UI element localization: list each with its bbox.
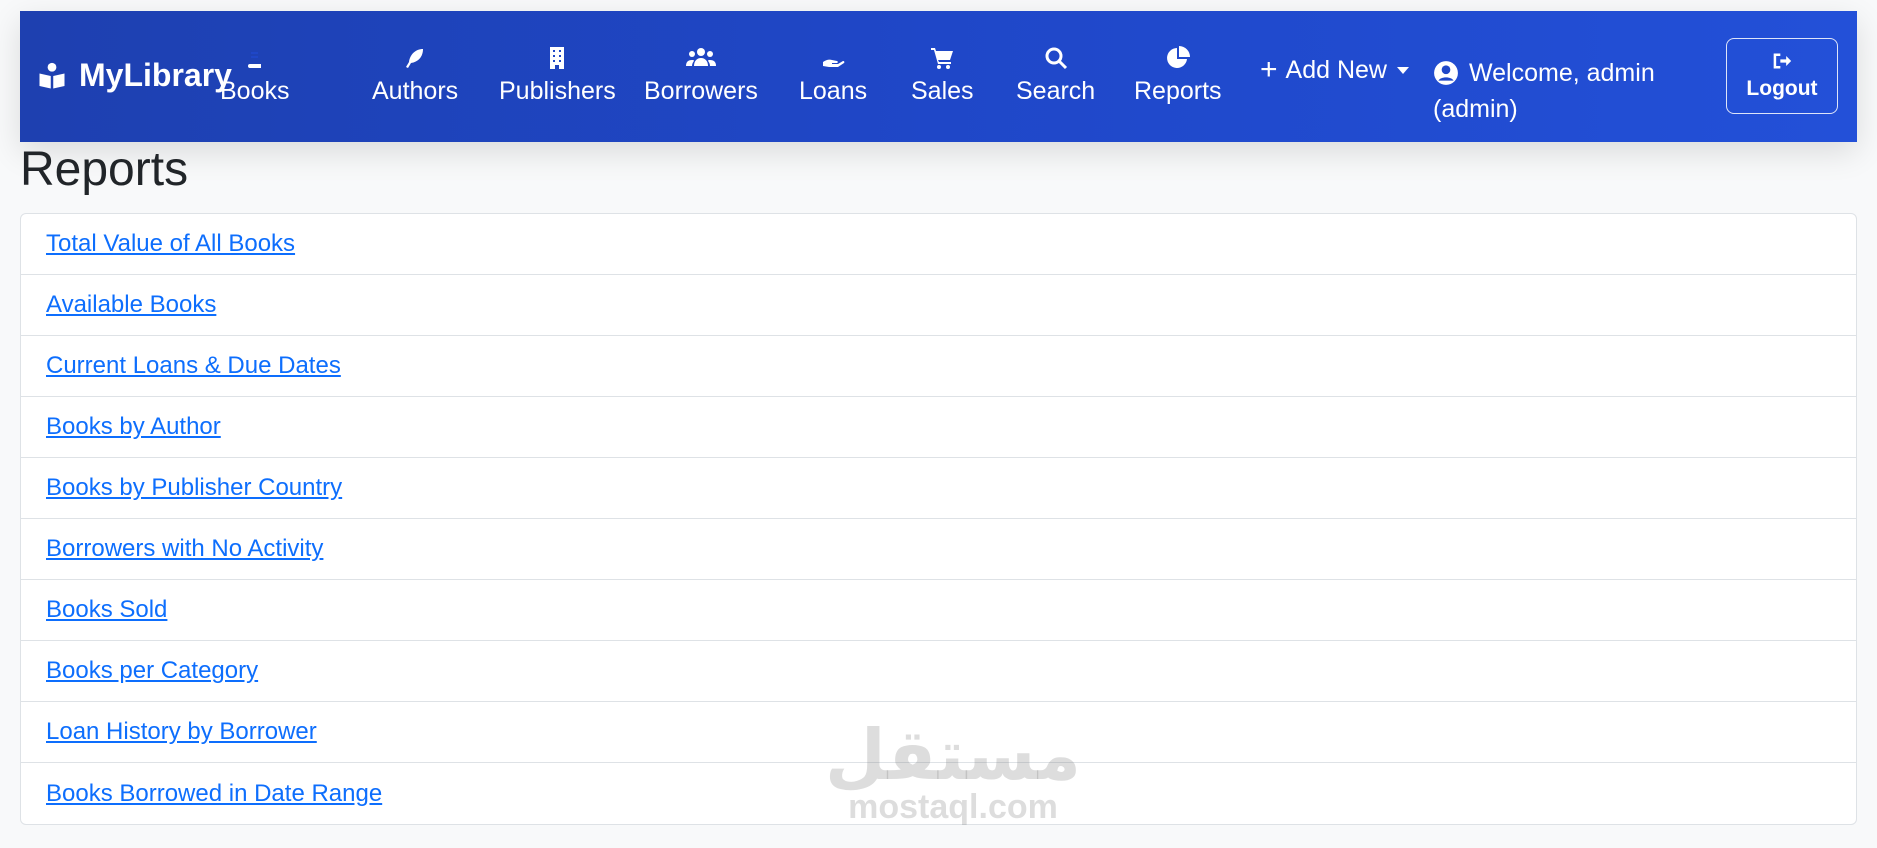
list-item: Total Value of All Books [21, 214, 1856, 275]
report-link[interactable]: Current Loans & Due Dates [46, 352, 341, 380]
nav-sales-label: Sales [911, 77, 974, 105]
report-link[interactable]: Available Books [46, 291, 216, 319]
nav-authors-label: Authors [372, 77, 459, 105]
nav-loans-label: Loans [799, 77, 868, 105]
nav-loans[interactable]: Loans [799, 45, 867, 106]
book-icon [241, 45, 269, 71]
nav-search[interactable]: Search [1016, 45, 1095, 106]
plus-icon: + [1260, 53, 1278, 86]
watermark: مستقل mostaql.com [825, 720, 1081, 824]
user-circle-icon [1434, 61, 1458, 85]
nav-authors[interactable]: Authors [372, 45, 458, 106]
add-new-dropdown[interactable]: + Add New [1260, 55, 1409, 85]
report-link[interactable]: Total Value of All Books [46, 230, 295, 258]
list-item: Books per Category [21, 641, 1856, 702]
logout-label: Logout [1746, 77, 1818, 100]
nav-publishers[interactable]: Publishers [499, 45, 616, 106]
report-link[interactable]: Books by Publisher Country [46, 474, 342, 502]
nav-reports-label: Reports [1134, 77, 1222, 105]
search-icon [1042, 45, 1070, 71]
list-item: Books by Author [21, 397, 1856, 458]
logout-button[interactable]: Logout [1726, 38, 1838, 114]
brand-link[interactable]: MyLibrary [37, 57, 232, 94]
nav-borrowers[interactable]: Borrowers [644, 45, 758, 106]
nav-sales[interactable]: Sales [911, 45, 974, 106]
report-link[interactable]: Borrowers with No Activity [46, 535, 323, 563]
watermark-arabic: مستقل [825, 716, 1082, 794]
nav-reports[interactable]: Reports [1134, 45, 1222, 106]
user-welcome: Welcome, admin (admin) [1433, 55, 1655, 127]
add-new-label: Add New [1285, 55, 1387, 84]
list-item: Books Sold [21, 580, 1856, 641]
brand-name: MyLibrary [79, 57, 232, 93]
top-navbar: MyLibrary Books Authors Publishers Borro… [20, 11, 1857, 142]
building-icon [543, 45, 571, 71]
nav-borrowers-label: Borrowers [644, 77, 758, 105]
list-item: Available Books [21, 275, 1856, 336]
nav-search-label: Search [1016, 77, 1096, 105]
report-link[interactable]: Loan History by Borrower [46, 718, 317, 746]
page-title: Reports [20, 143, 189, 196]
caret-down-icon [1396, 66, 1409, 74]
report-link[interactable]: Books by Author [46, 413, 221, 441]
nav-books[interactable]: Books [220, 45, 289, 106]
feather-icon [401, 45, 429, 71]
report-link[interactable]: Books Borrowed in Date Range [46, 780, 382, 808]
users-icon [684, 45, 718, 71]
cart-icon [928, 45, 956, 71]
hand-holding-icon [819, 45, 847, 71]
nav-books-label: Books [220, 77, 290, 105]
watermark-latin: mostaql.com [848, 788, 1058, 826]
report-link[interactable]: Books per Category [46, 657, 258, 685]
sign-out-icon [1773, 53, 1792, 69]
nav-publishers-label: Publishers [499, 77, 616, 105]
book-reader-icon [39, 62, 65, 88]
report-link[interactable]: Books Sold [46, 596, 167, 624]
list-item: Books by Publisher Country [21, 458, 1856, 519]
list-item: Borrowers with No Activity [21, 519, 1856, 580]
user-role: (admin) [1433, 95, 1518, 123]
pie-chart-icon [1164, 45, 1192, 71]
welcome-text: Welcome, admin [1469, 59, 1655, 87]
list-item: Current Loans & Due Dates [21, 336, 1856, 397]
